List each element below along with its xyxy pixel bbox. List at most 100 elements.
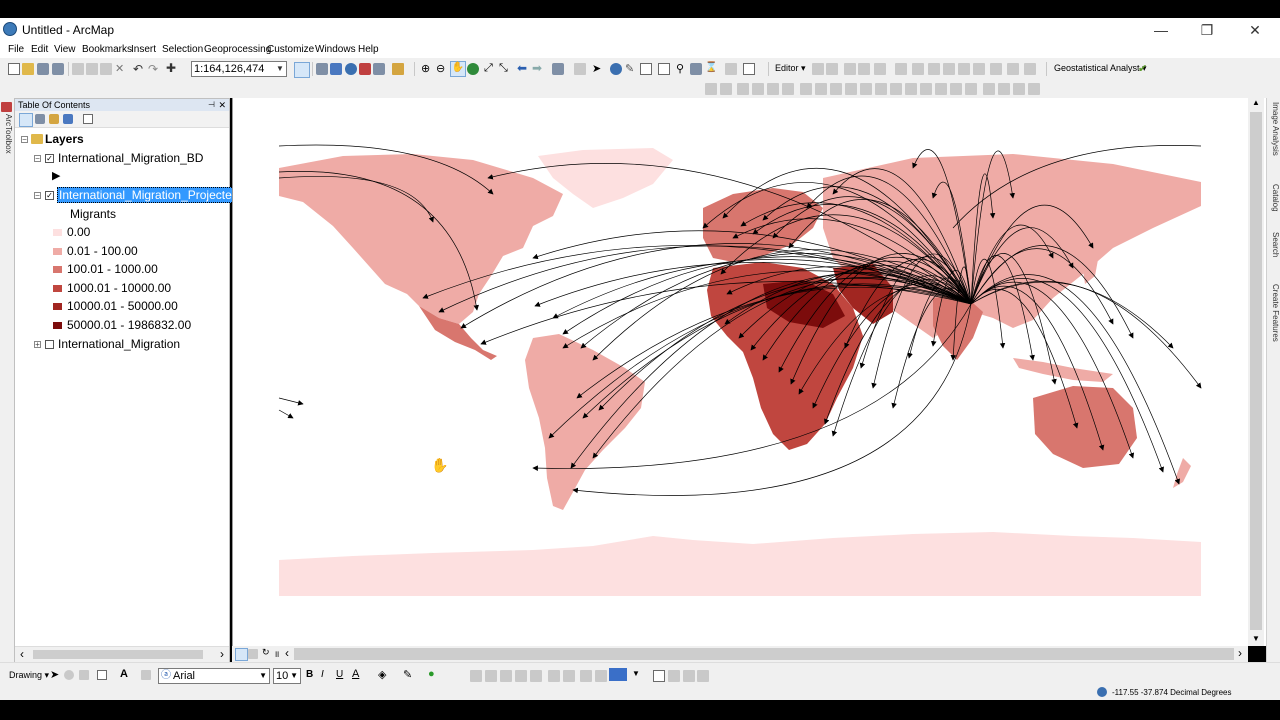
create-features-icon[interactable] (1007, 63, 1019, 75)
catalog-icon[interactable] (330, 63, 342, 75)
forward-extent-icon[interactable]: ➡ (532, 61, 544, 75)
menu-geoprocessing[interactable]: Geoprocessing (204, 44, 271, 55)
nudge-icon[interactable] (905, 83, 917, 95)
scroll-right-icon[interactable]: › (220, 647, 224, 661)
nudge-icon[interactable] (563, 670, 575, 682)
pin-icon[interactable]: ⊣ (208, 99, 215, 111)
minimize-button[interactable]: — (1138, 20, 1184, 40)
reshape-icon[interactable] (912, 63, 924, 75)
group-icon[interactable] (515, 670, 527, 682)
layer-visibility-checkbox[interactable] (45, 340, 54, 349)
data-view-icon[interactable] (235, 648, 248, 661)
toc-options-icon[interactable] (83, 114, 93, 124)
time-slider-icon[interactable]: ⌛ (705, 62, 717, 74)
expand-collapse-icon[interactable]: + (34, 341, 41, 349)
rulers-icon[interactable] (965, 83, 977, 95)
group-icon[interactable] (845, 83, 857, 95)
new-text-icon[interactable]: A (120, 668, 128, 680)
table-icon[interactable] (668, 670, 680, 682)
editor-extra-icon[interactable] (1024, 63, 1036, 75)
map-scale-combobox[interactable]: 1:164,126,474 ▼ (191, 61, 287, 77)
scroll-up-icon[interactable]: ▲ (1252, 98, 1260, 107)
send-back-icon[interactable] (890, 83, 902, 95)
identify-icon[interactable] (610, 63, 622, 75)
layer-international-migration[interactable]: International_Migration (58, 337, 180, 351)
menu-view[interactable]: View (54, 44, 76, 55)
fill-color-icon[interactable]: ◈ (378, 668, 386, 681)
geostatistical-wizard-icon[interactable]: ✔ (1138, 62, 1150, 75)
image-analysis-tab[interactable]: Image Analysis (1268, 102, 1280, 156)
drawing-menu[interactable]: Drawing ▾ (9, 670, 49, 681)
expand-collapse-icon[interactable]: − (21, 136, 28, 144)
modelbuilder-icon[interactable] (392, 63, 404, 75)
chevron-down-icon[interactable]: ▼ (259, 669, 267, 683)
font-size-combobox[interactable]: 10 ▼ (273, 668, 301, 684)
endpoint-arc-icon[interactable] (858, 63, 870, 75)
bold-button[interactable]: B (306, 669, 313, 680)
pan-icon[interactable]: ✋ (450, 61, 466, 77)
create-viewer-icon[interactable] (725, 63, 737, 75)
edit-annotation-icon[interactable] (826, 63, 838, 75)
distribute-h-icon[interactable] (800, 83, 812, 95)
select-elements-icon[interactable]: ➤ (50, 668, 59, 681)
print-icon[interactable] (52, 63, 64, 75)
edit-tool-icon[interactable] (812, 63, 824, 75)
data-frame-layers[interactable]: Layers (45, 132, 84, 146)
go-to-xy-icon[interactable] (690, 63, 702, 75)
cut-polygons-icon[interactable] (928, 63, 940, 75)
search-window-icon[interactable] (345, 63, 357, 75)
align-middle-icon[interactable] (767, 83, 779, 95)
close-icon[interactable]: ✕ (218, 99, 226, 111)
align-right-icon[interactable] (737, 83, 749, 95)
italic-button[interactable]: I (321, 669, 324, 680)
arctoolbox-tab[interactable]: ArcToolbox (1, 114, 13, 154)
split-icon[interactable] (943, 63, 955, 75)
cut-icon[interactable] (72, 63, 84, 75)
menu-customize[interactable]: Customize (267, 44, 314, 55)
list-by-source-icon[interactable] (35, 114, 45, 124)
line-color-icon[interactable]: ✎ (403, 668, 412, 681)
graphic-icon[interactable] (683, 670, 695, 682)
copy-icon[interactable] (86, 63, 98, 75)
new-document-icon[interactable] (8, 63, 20, 75)
menu-file[interactable]: File (8, 44, 24, 55)
geostatistical-analyst-menu[interactable]: Geostatistical Analyst ▾ (1054, 63, 1147, 74)
measure-icon[interactable] (658, 63, 670, 75)
expand-collapse-icon[interactable]: − (34, 192, 41, 200)
scroll-thumb[interactable] (1250, 112, 1262, 630)
fixed-zoom-in-icon[interactable]: ⤢ (484, 62, 496, 74)
html-popup-icon[interactable]: ✎ (625, 62, 637, 75)
scroll-left-icon[interactable]: ‹ (20, 647, 24, 661)
align-top-icon[interactable] (752, 83, 764, 95)
zoom-in-icon[interactable]: ⊕ (421, 62, 433, 75)
close-button[interactable]: ✕ (1232, 20, 1278, 40)
python-window-icon[interactable] (373, 63, 385, 75)
list-by-drawing-order-icon[interactable] (19, 113, 33, 127)
font-name-combobox[interactable]: ⓐ Arial ▼ (158, 668, 270, 684)
add-data-icon[interactable]: ✚ (166, 61, 178, 75)
menu-edit[interactable]: Edit (31, 44, 48, 55)
distribute-v-icon[interactable] (815, 83, 827, 95)
rotate-flip-icon[interactable] (595, 670, 607, 682)
arctoolbox-icon[interactable] (359, 63, 371, 75)
redo-icon[interactable]: ↷ (148, 62, 160, 76)
fill-swatch[interactable] (609, 668, 627, 681)
rotate-icon[interactable] (958, 63, 970, 75)
create-features-tab[interactable]: Create Features (1268, 284, 1280, 342)
zoom-whole-page-icon[interactable] (1013, 83, 1025, 95)
edit-vertices-icon[interactable] (141, 670, 151, 680)
scroll-left-icon[interactable]: ‹ (285, 646, 289, 660)
guides-icon[interactable] (950, 83, 962, 95)
trace-icon[interactable] (874, 63, 886, 75)
menu-help[interactable]: Help (358, 44, 379, 55)
editor-menu[interactable]: Editor ▾ (775, 63, 806, 74)
make-same-size-icon[interactable] (830, 83, 842, 95)
align-center-icon[interactable] (720, 83, 732, 95)
scroll-thumb[interactable] (294, 648, 1234, 660)
edit-vertices-icon[interactable] (895, 63, 907, 75)
map-display[interactable]: ✋ (232, 98, 1266, 646)
flip-icon[interactable] (580, 670, 592, 682)
menu-selection[interactable]: Selection (162, 44, 203, 55)
menu-bookmarks[interactable]: Bookmarks (82, 44, 132, 55)
underline-button[interactable]: U (336, 669, 343, 680)
